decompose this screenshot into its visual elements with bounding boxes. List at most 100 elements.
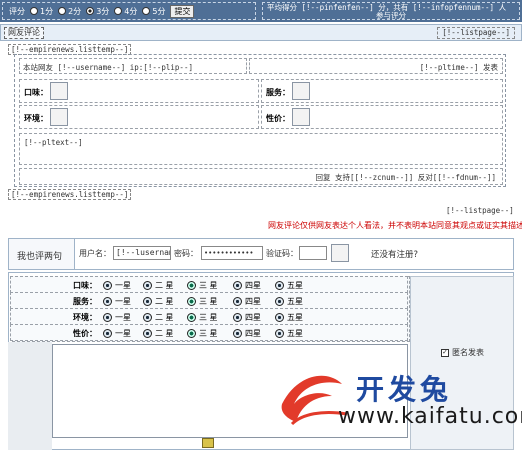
listpage-bottom: [!--listpage--] — [446, 206, 514, 215]
rating-row-label: 服务： — [73, 297, 97, 306]
captcha-image-icon[interactable] — [331, 244, 349, 262]
star-option-2[interactable]: 二 星 — [143, 328, 174, 339]
rating-service-label: 服务： — [266, 88, 290, 97]
comments-header: 网友评论 [!--listpage--] — [0, 24, 522, 41]
star-option-1[interactable]: 一星 — [103, 280, 131, 291]
username-input[interactable]: [!--lusername--] — [113, 246, 171, 260]
radio-icon[interactable] — [30, 7, 38, 15]
radio-selected-icon — [187, 329, 196, 338]
rate-option-5[interactable]: 5分 — [142, 6, 165, 17]
rating-value-label: 性价： — [266, 114, 290, 123]
radio-icon — [233, 297, 242, 306]
radio-icon — [233, 313, 242, 322]
left-strip — [8, 342, 52, 450]
average-score-line2: 参与评分 — [376, 11, 406, 20]
form-title: 我也评两句 — [17, 252, 63, 262]
rating-value-cell: 性价： — [261, 105, 503, 129]
star-option-3[interactable]: 三 星 — [187, 328, 218, 339]
star-option-3[interactable]: 三 星 — [187, 312, 218, 323]
radio-icon[interactable] — [142, 7, 151, 15]
submit-rating-button[interactable]: 提交 — [170, 4, 195, 18]
rating-row-label: 环境： — [73, 313, 97, 322]
star-option-5[interactable]: 五星 — [275, 312, 303, 323]
watermark: 开发兔 www.kaifatu.com — [272, 364, 522, 434]
star-option-5[interactable]: 五星 — [275, 280, 303, 291]
radio-icon — [103, 297, 112, 306]
star-option-3[interactable]: 三 星 — [187, 280, 218, 291]
comment-actions[interactable]: 回复 支持[[!--zcnum--]] 反对[[!--fdnum--]] — [316, 172, 496, 183]
comment-text-cell: [!--pltext--] — [19, 133, 503, 165]
comment-form: 我也评两句 用户名： [!--lusername--] 密码： ••••••••… — [8, 238, 514, 270]
radio-icon — [233, 281, 242, 290]
comment-user: 本站网友 [!--username--] ip:[!--plip--] — [23, 63, 193, 72]
average-score: 平均得分 [!--pinfenfen--] 分，共有 [!--infopfenn… — [262, 2, 520, 20]
username-label: 用户名： — [79, 249, 111, 258]
rating-environment-cell: 环境： — [19, 105, 259, 129]
rate-option-1[interactable]: 1分 — [30, 6, 53, 17]
radio-icon[interactable] — [114, 7, 123, 15]
radio-selected-icon — [187, 313, 196, 322]
radio-selected-icon — [187, 281, 196, 290]
radio-icon — [275, 313, 284, 322]
star-option-1[interactable]: 一星 — [103, 296, 131, 307]
rating-image-icon — [50, 82, 68, 100]
radio-selected-icon — [187, 297, 196, 306]
rate-label: 评分 — [9, 6, 25, 16]
checkbox-icon[interactable]: ✓ — [441, 348, 449, 357]
register-link[interactable]: 还没有注册? — [371, 248, 418, 260]
star-option-4[interactable]: 四星 — [233, 312, 261, 323]
star-option-1[interactable]: 一星 — [103, 312, 131, 323]
star-option-5[interactable]: 五星 — [275, 296, 303, 307]
radio-icon — [275, 329, 284, 338]
comment-text: [!--pltext--] — [24, 138, 83, 147]
star-option-4[interactable]: 四星 — [233, 280, 261, 291]
captcha-label: 验证码： — [266, 249, 298, 258]
rating-image-icon — [292, 82, 310, 100]
anonymous-option[interactable]: ✓ 匿名发表 — [441, 347, 484, 358]
star-option-2[interactable]: 二 星 — [143, 296, 174, 307]
comment-time-cell: [!--pltime--] 发表 — [249, 58, 503, 74]
comments-title: 网友评论 — [4, 27, 44, 39]
radio-icon — [275, 281, 284, 290]
star-option-4[interactable]: 四星 — [233, 296, 261, 307]
rating-service-cell: 服务： — [261, 79, 503, 103]
radio-icon — [103, 329, 112, 338]
star-option-2[interactable]: 二 星 — [143, 280, 174, 291]
radio-icon — [103, 281, 112, 290]
comment-user-cell: 本站网友 [!--username--] ip:[!--plip--] — [19, 58, 247, 74]
rating-taste-cell: 口味： — [19, 79, 259, 103]
comment-time: [!--pltime--] 发表 — [419, 63, 498, 72]
rating-row-service: 服务： 一星 二 星 三 星 四星 五星 — [10, 292, 408, 309]
radio-icon — [103, 313, 112, 322]
rate-option-2[interactable]: 2分 — [58, 6, 81, 17]
rating-row-label: 口味： — [73, 281, 97, 290]
listpage-tag: [!--listpage--] — [437, 27, 515, 39]
rating-row-environment: 环境： 一星 二 星 三 星 四星 五星 — [10, 308, 408, 325]
listtemp-end-tag: [!--empirenews.listtemp--] — [8, 189, 132, 200]
rating-options: 评分 1分 2分 3分 4分 5分 提交 — [2, 2, 256, 20]
rating-row-label: 性价： — [73, 329, 97, 338]
rating-image-icon — [292, 108, 310, 126]
star-option-2[interactable]: 二 星 — [143, 312, 174, 323]
comment-template: 本站网友 [!--username--] ip:[!--plip--] [!--… — [14, 54, 506, 187]
captcha-input[interactable] — [299, 246, 327, 260]
star-option-3[interactable]: 三 星 — [187, 296, 218, 307]
rate-option-3[interactable]: 3分 — [86, 6, 109, 17]
star-option-5[interactable]: 五星 — [275, 328, 303, 339]
rating-row-value: 性价： 一星 二 星 三 星 四星 五星 — [10, 324, 408, 341]
submit-comment-icon[interactable] — [202, 438, 214, 448]
watermark-url: www.kaifatu.com — [338, 404, 522, 429]
rating-taste-label: 口味： — [24, 88, 48, 97]
form-side-header: 我也评两句 — [9, 239, 75, 269]
password-input[interactable]: •••••••••••• — [201, 246, 263, 260]
radio-icon — [233, 329, 242, 338]
rating-environment-label: 环境： — [24, 114, 48, 123]
rate-option-4[interactable]: 4分 — [114, 6, 137, 17]
radio-icon[interactable] — [58, 7, 67, 15]
radio-icon — [143, 297, 152, 306]
radio-selected-icon[interactable] — [86, 7, 95, 15]
star-option-4[interactable]: 四星 — [233, 328, 261, 339]
anonymous-label: 匿名发表 — [452, 348, 484, 357]
star-option-1[interactable]: 一星 — [103, 328, 131, 339]
disclaimer-notice: 网友评论仅供网友表达个人看法，并不表明本站同意其观点或证实其描述 — [268, 221, 522, 230]
